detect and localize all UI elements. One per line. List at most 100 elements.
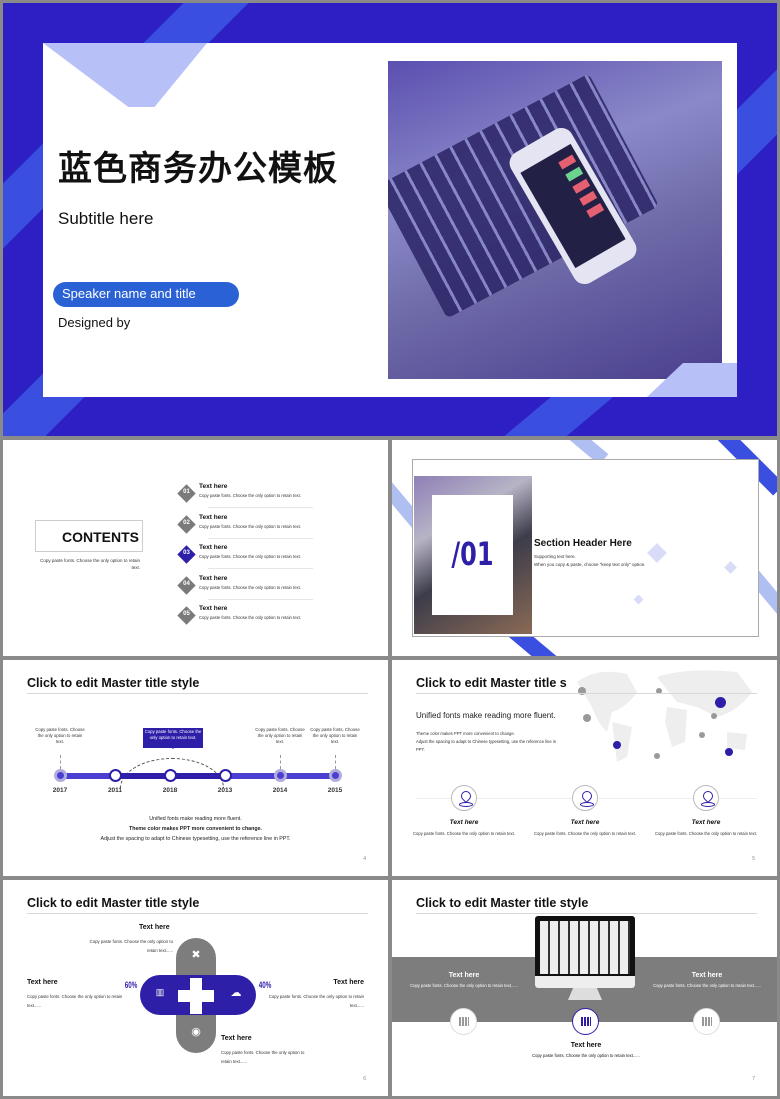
timeline-node (274, 769, 287, 782)
divider (208, 537, 313, 539)
toc-item[interactable]: 04 Text here Copy paste fonts. Choose the … (177, 574, 313, 603)
slide-title[interactable]: 蓝色商务办公模板 Subtitle here Speaker name and … (3, 3, 777, 436)
timeline-node (54, 769, 67, 782)
map-dot (583, 714, 591, 722)
block-center: Text here Copy paste fonts. Choose the o… (532, 1042, 640, 1058)
block-right: Text here Copy paste fonts. Choose the o… (653, 972, 761, 988)
section-header: Section Header Here (534, 538, 632, 549)
timeline-year: 2014 (272, 787, 288, 794)
toc-item[interactable]: 01 Text here Copy paste fonts. Choose the … (177, 483, 313, 511)
location-column: Text here Copy paste fonts. Choose the on… (409, 785, 519, 837)
bar-chart-icon: ▥ (155, 987, 165, 997)
block-text: Copy paste fonts. Choose the only option… (268, 994, 364, 1008)
speaker-pill: Speaker name and title (53, 282, 239, 307)
block-heading: Text here (221, 1035, 252, 1042)
contents-title: CONTENTS (62, 529, 139, 545)
toc-heading: Text here (199, 513, 228, 521)
slide-contents[interactable]: CONTENTS Copy paste fonts. Choose the on… (3, 440, 388, 656)
body-text: Theme color makes PPT more convenient to… (416, 731, 557, 752)
page-number: 7 (752, 1076, 755, 1082)
map-dot (613, 741, 621, 749)
keyboard-graphic (388, 73, 660, 319)
contents-box: CONTENTS (35, 520, 143, 552)
map-dot (711, 713, 717, 719)
map-dot (725, 748, 733, 756)
toc-number: 03 (183, 550, 190, 556)
toc-description: Copy paste fonts. Choose the only option… (199, 554, 301, 559)
coins-icon: ◉ (191, 1026, 201, 1038)
title-underline (27, 693, 368, 694)
column-text: Copy paste fonts. Choose the only option… (655, 831, 757, 836)
building-icon (450, 1008, 477, 1035)
block-text: Copy paste fonts. Choose the only option… (89, 939, 173, 953)
plus-shape (178, 990, 214, 1002)
timeline-caption: Copy paste fonts. Choose the only option… (255, 727, 305, 744)
map-dot (654, 753, 660, 759)
column-text: Copy paste fonts. Choose the only option… (534, 831, 636, 836)
toc-item[interactable]: 05 Text here Copy paste fonts. Choose the … (177, 605, 313, 633)
subtitle: Subtitle here (58, 209, 154, 228)
timeline-year: 2015 (327, 787, 343, 794)
toc-item[interactable]: 03 Text here Copy paste fonts. Choose the … (177, 544, 313, 572)
map-dot (715, 697, 726, 708)
location-pin-icon (693, 785, 719, 811)
map-dot (699, 732, 705, 738)
toc-item[interactable]: 02 Text here Copy paste fonts. Choose the … (177, 513, 313, 542)
block-text: Copy paste fonts. Choose the only option… (221, 1050, 305, 1064)
divider (208, 598, 313, 600)
cloud-icon: ☁ (230, 987, 242, 999)
toc-number: 04 (183, 580, 190, 587)
section-support-text: Supporting text here. (534, 554, 576, 559)
slide-title: Click to edit Master title style (416, 896, 589, 910)
timeline-bubble: Copy paste fonts. Choose the only option… (143, 728, 203, 749)
footer-line: Unified fonts make reading more fluent. (149, 816, 242, 822)
toc-heading: Text here (199, 574, 228, 582)
location-column: Text here Copy paste fonts. Choose the on… (651, 785, 761, 837)
column-text: Copy paste fonts. Choose the only option… (413, 831, 515, 836)
percentage-left: 60% (124, 980, 138, 990)
monitor-graphic (535, 916, 635, 988)
title-underline (416, 913, 757, 914)
slide-timeline[interactable]: Click to edit Master title style Copy pa… (3, 660, 388, 876)
slide-monitor[interactable]: Click to edit Master title style Text he… (392, 880, 777, 1096)
slide-cross[interactable]: Click to edit Master title style ✖ ▥ ☁ ◉… (3, 880, 388, 1096)
toc-number: 02 (183, 519, 190, 526)
column-heading: Text here (570, 819, 600, 826)
toc-number: 05 (183, 611, 190, 617)
timeline-node (329, 769, 342, 782)
timeline-year: 2013 (217, 787, 233, 794)
divider (208, 507, 313, 508)
toc-heading: Text here (199, 483, 228, 490)
timeline-connector (60, 755, 61, 769)
section-support-text: When you copy & paste, choose "keep text… (534, 562, 646, 567)
slide-section[interactable]: /01 Section Header Here Supporting text … (392, 440, 777, 656)
section-number-card: /01 (432, 495, 513, 615)
slide-map[interactable]: Click to edit Master title s Unified fon… (392, 660, 777, 876)
page-number: 5 (752, 856, 755, 862)
slide-title: Click to edit Master title style (27, 676, 200, 690)
divider (208, 568, 313, 569)
footer-line: Adjust the spacing to adapt to Chinese t… (100, 836, 291, 842)
column-heading: Text here (691, 819, 721, 826)
block-heading: Text here (27, 979, 58, 986)
toc-heading: Text here (199, 544, 228, 551)
toc-description: Copy paste fonts. Choose the only option… (199, 584, 301, 590)
world-map (577, 670, 752, 762)
footer-line: Theme color makes PPT more convenient to… (128, 826, 263, 832)
timeline-node (109, 769, 122, 782)
location-pin-icon (451, 785, 477, 811)
contents-note: Copy paste fonts. Choose the only option… (40, 558, 140, 570)
block-heading: Text here (139, 924, 170, 931)
building-icon-active (572, 1008, 599, 1035)
tools-icon: ✖ (191, 949, 201, 961)
block-left: Text here Copy paste fonts. Choose the o… (410, 972, 518, 988)
page-number: 6 (363, 1076, 366, 1082)
designed-by: Designed by (58, 315, 131, 330)
title-card: 蓝色商务办公模板 Subtitle here Speaker name and … (43, 43, 737, 397)
percentage-right: 40% (258, 980, 272, 990)
toc-heading: Text here (199, 605, 228, 612)
timeline-node (164, 769, 177, 782)
lead-text: Unified fonts make reading more fluent. (416, 711, 556, 720)
monitor-photo (540, 921, 630, 974)
timeline-year: 2018 (162, 787, 178, 794)
